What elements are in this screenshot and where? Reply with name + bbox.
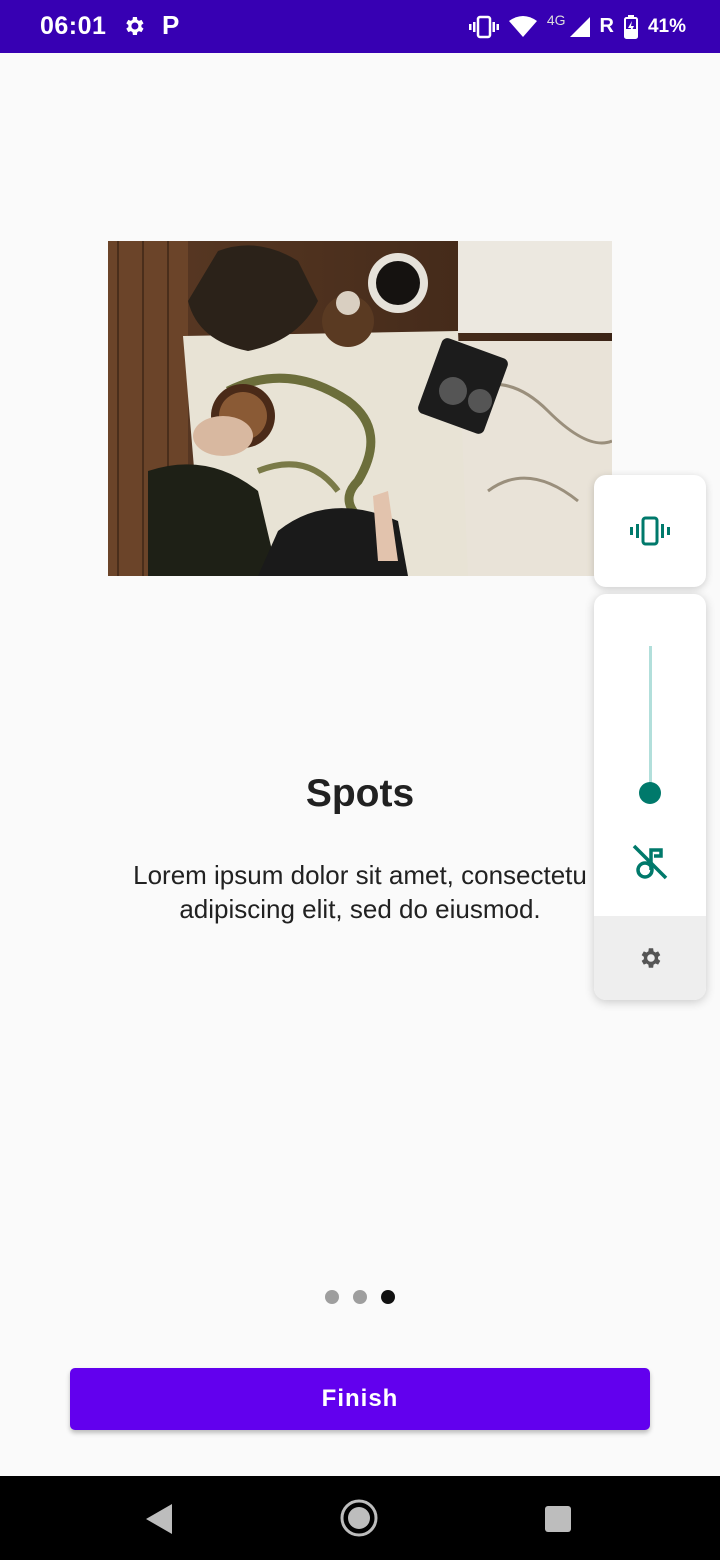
- onboarding-image: [108, 241, 612, 576]
- volume-panel: [594, 594, 706, 1000]
- status-icons: 4G R 41%: [468, 0, 686, 53]
- page-description: Lorem ipsum dolor sit amet, consectetu a…: [133, 860, 587, 924]
- back-icon[interactable]: [146, 1504, 172, 1534]
- battery-icon: [623, 14, 638, 39]
- ringer-mode-button[interactable]: [594, 475, 706, 587]
- map-photo: [108, 241, 612, 576]
- page-indicator: [0, 1290, 720, 1304]
- settings-icon: [126, 17, 144, 35]
- page-dot-3[interactable]: [381, 1290, 395, 1304]
- status-bar: 06:01 P 4G R 41%: [0, 0, 720, 53]
- volume-settings-button[interactable]: [594, 916, 706, 1000]
- page-dot-1[interactable]: [325, 1290, 339, 1304]
- status-time: 06:01: [40, 12, 107, 40]
- recents-icon[interactable]: [545, 1506, 571, 1532]
- signal-icon: [569, 16, 590, 37]
- home-icon[interactable]: [339, 1498, 379, 1538]
- battery-percent: 41%: [647, 15, 686, 37]
- navigation-bar: [0, 1476, 720, 1560]
- app-notification-icon: P: [162, 10, 180, 40]
- finish-button[interactable]: Finish: [70, 1368, 650, 1430]
- volume-slider-track[interactable]: [649, 646, 652, 794]
- vibrate-icon: [630, 516, 670, 546]
- vibrate-icon: [468, 15, 499, 38]
- roaming-indicator: R: [599, 15, 614, 37]
- volume-slider-thumb[interactable]: [639, 782, 661, 804]
- wifi-icon: [508, 15, 537, 37]
- gear-icon: [641, 948, 661, 968]
- network-type: 4G: [546, 11, 566, 28]
- page-dot-2[interactable]: [353, 1290, 367, 1304]
- music-off-icon[interactable]: [630, 842, 670, 882]
